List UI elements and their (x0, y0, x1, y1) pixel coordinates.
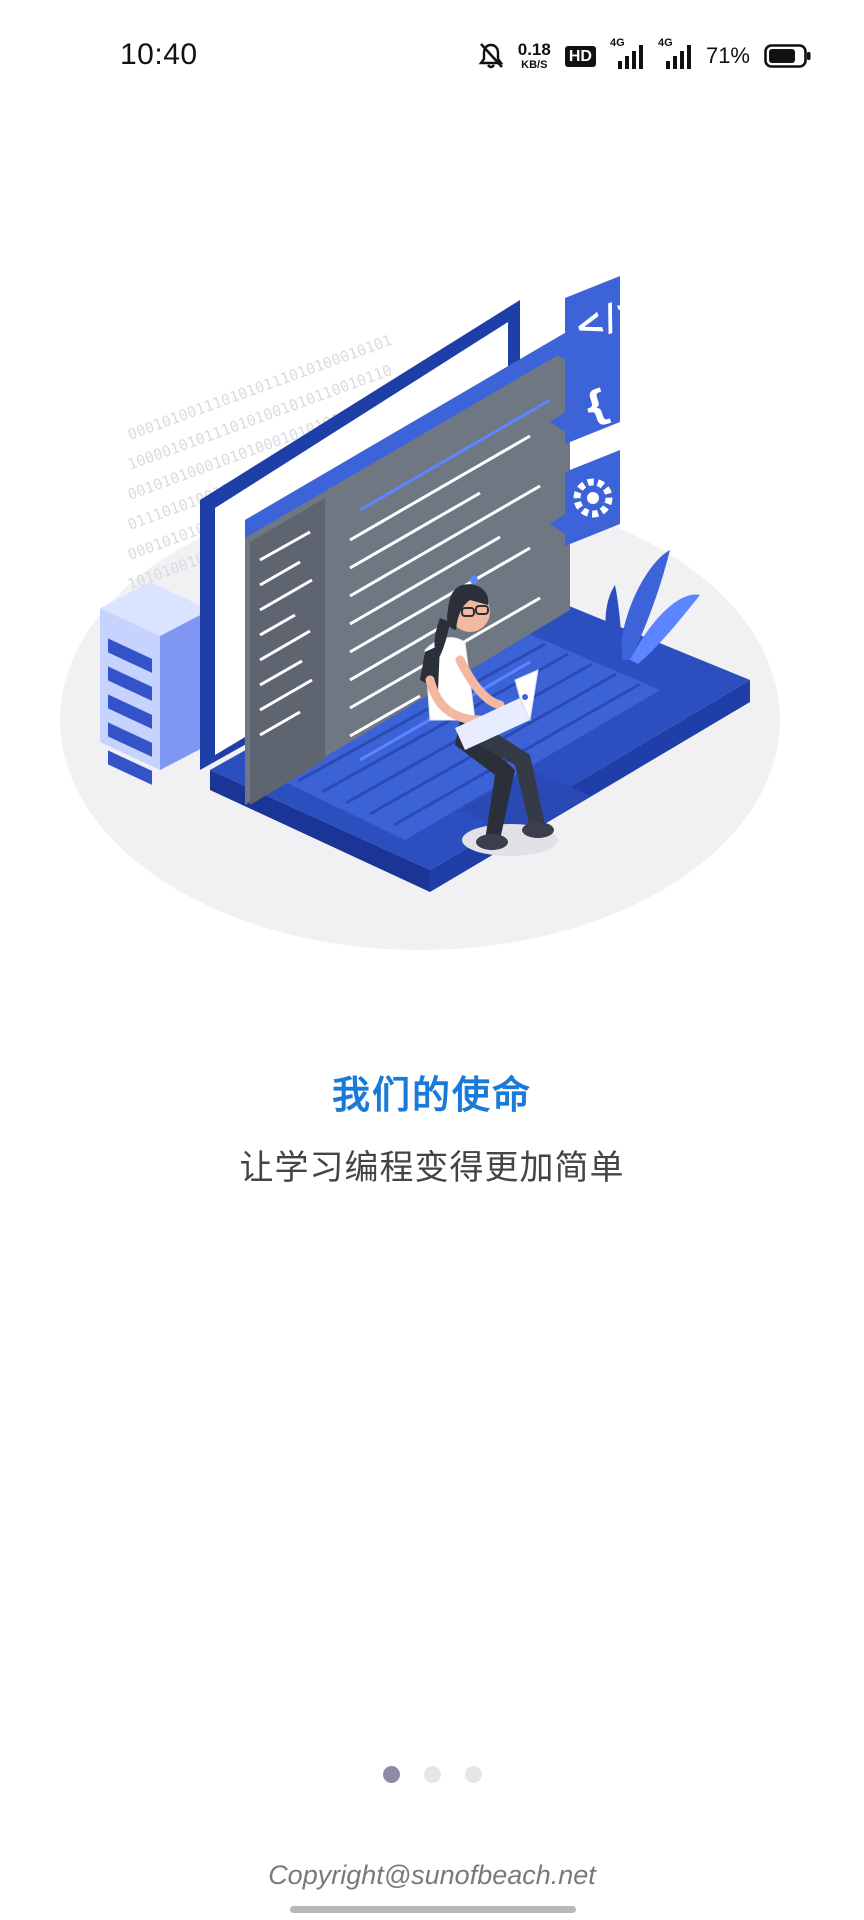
copyright-text: Copyright@sunofbeach.net (268, 1860, 596, 1890)
mission-title: 我们的使命 (331, 1073, 532, 1117)
battery-icon (764, 44, 812, 68)
status-time: 10:40 (120, 38, 198, 71)
signal-tag: 4G (609, 37, 625, 49)
status-icons: 0.18 KB/S HD 4G 4G 71% (478, 36, 812, 76)
page-dot-3[interactable] (464, 1766, 482, 1783)
hd-icon: HD (564, 45, 596, 67)
network-speed: 0.18 KB/S (518, 41, 551, 71)
signal-4g-icon: 4G (610, 37, 644, 71)
battery-percent: 71% (705, 43, 750, 68)
status-bar: 10:40 0.18 KB/S HD 4G 4G 71% (0, 0, 864, 110)
bell-muted-icon (478, 42, 504, 70)
mission-subtitle: 让学习编程变得更加简单 (239, 1148, 625, 1188)
page-dot-2[interactable] (423, 1766, 441, 1783)
home-indicator[interactable] (290, 1906, 576, 1913)
network-speed-unit: KB/S (521, 59, 548, 71)
signal-4g-icon: 4G (658, 37, 692, 71)
signal-tag: 4G (657, 37, 673, 49)
page-dot-1[interactable] (382, 1766, 400, 1783)
developer-laptop-illustration: 0001010011101010111010100010101 10000101… (60, 250, 800, 970)
network-speed-value: 0.18 (517, 40, 551, 59)
page-indicator (0, 1766, 864, 1783)
